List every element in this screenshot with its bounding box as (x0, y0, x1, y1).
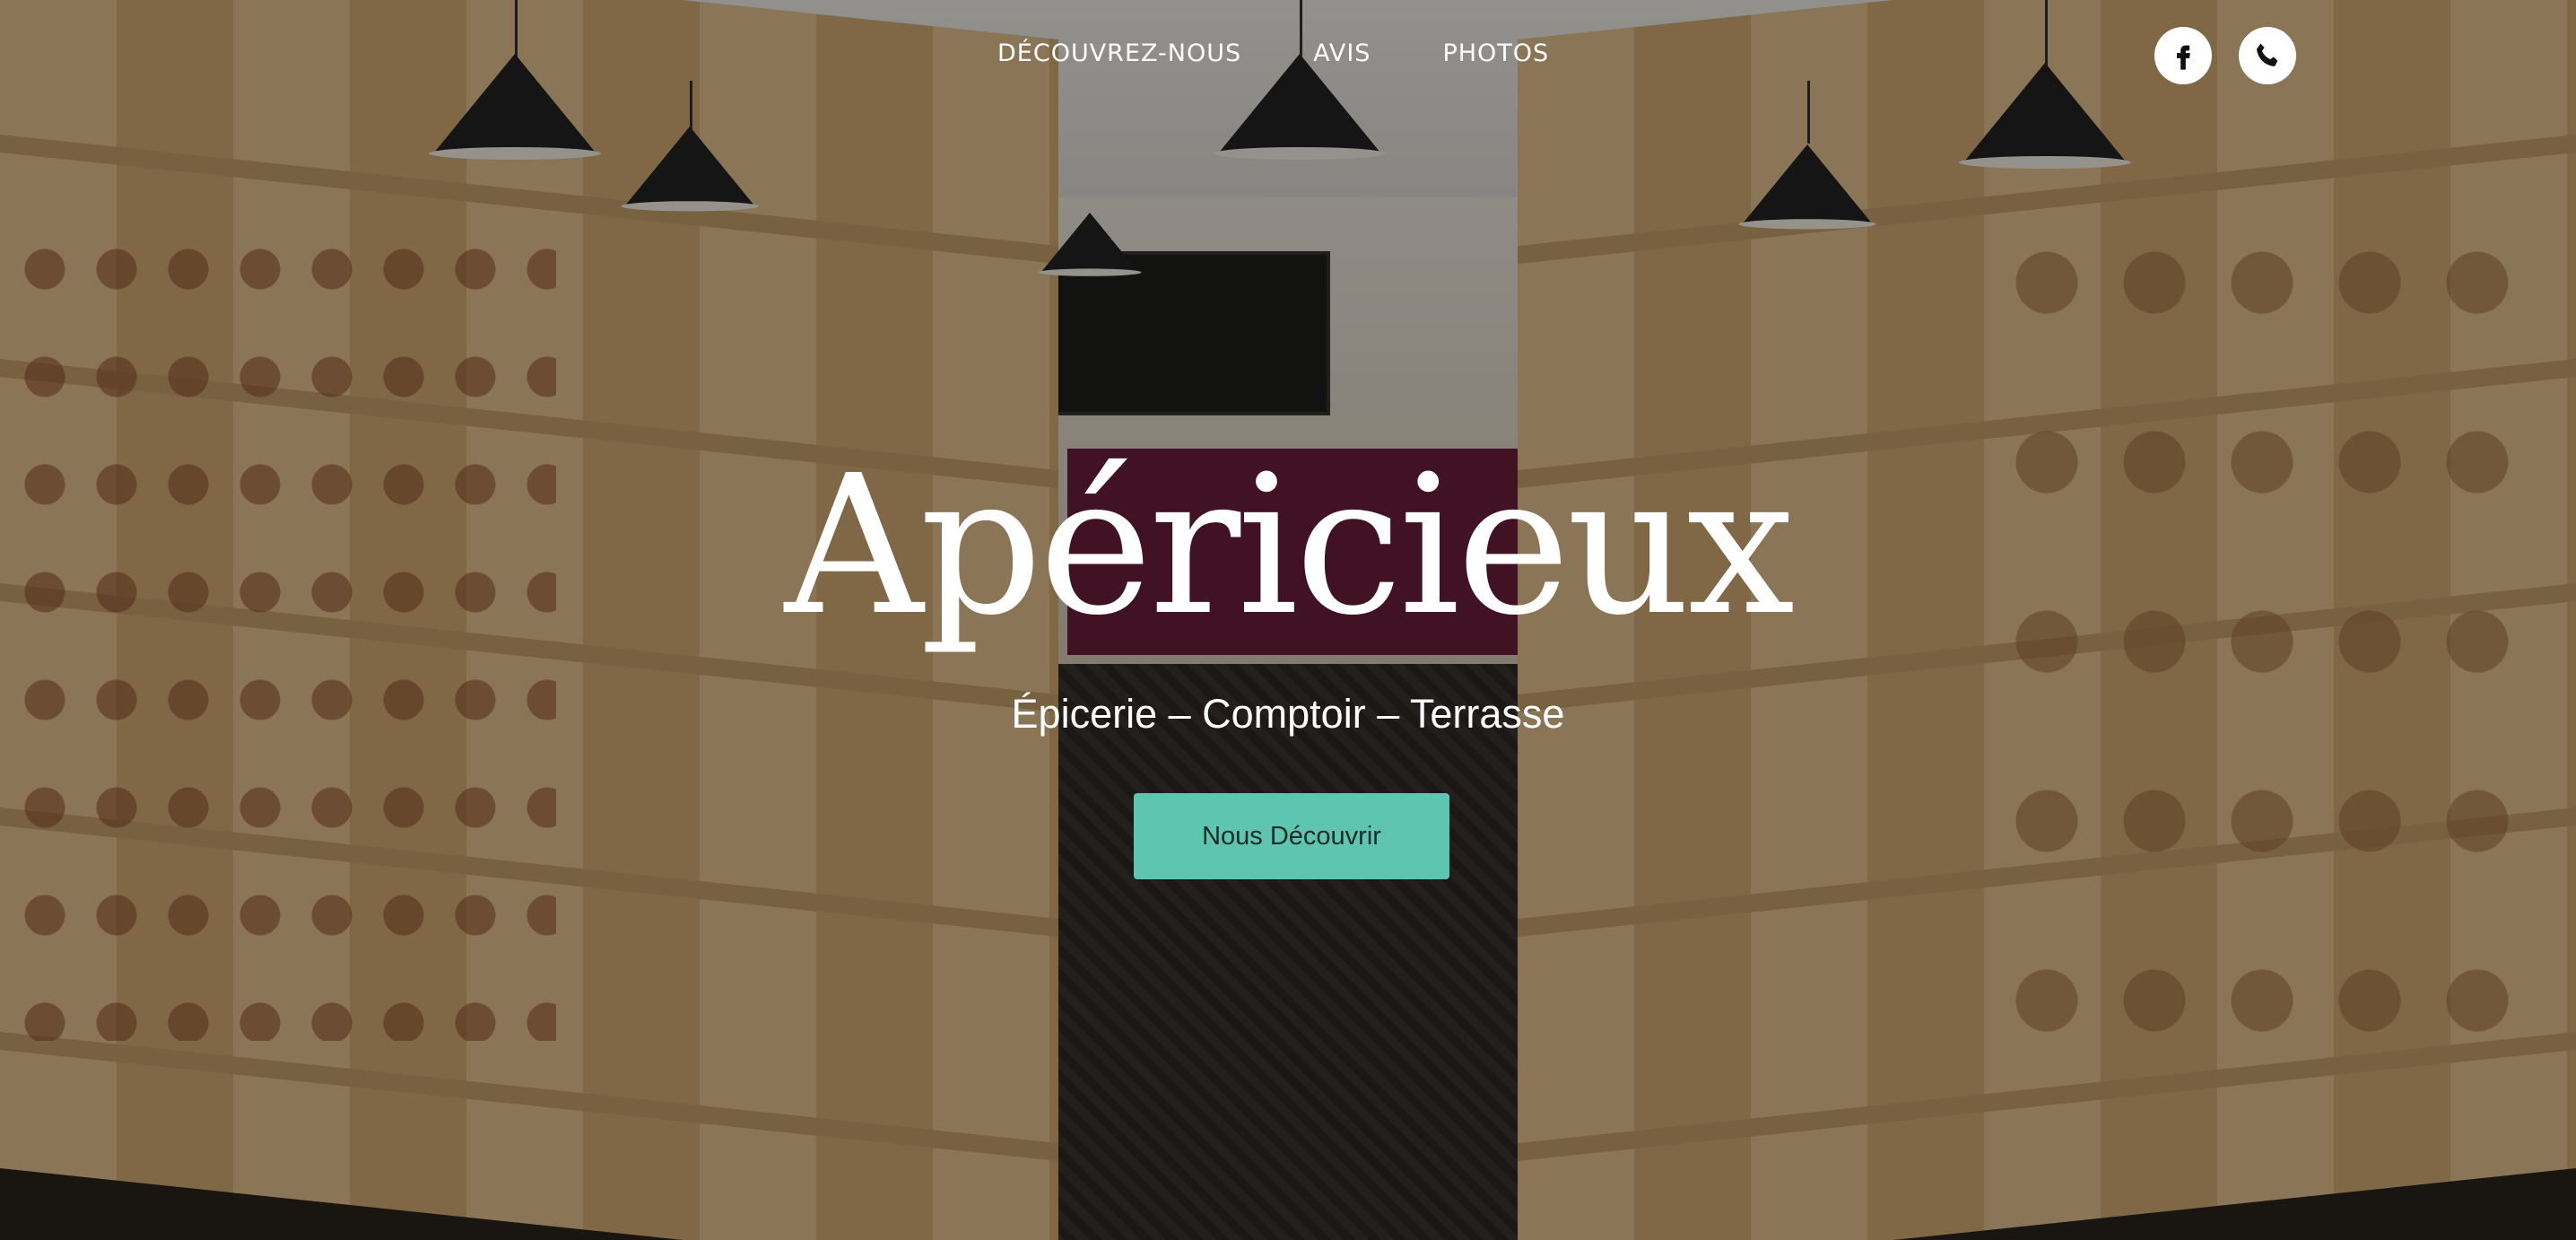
social-links (2154, 27, 2296, 84)
hero-subtitle: Épicerie – Comptoir – Terrasse (1011, 691, 1565, 737)
nav-item-photos[interactable]: PHOTOS (1442, 39, 1549, 67)
facebook-button[interactable] (2154, 27, 2212, 84)
nav-item-decouvrez-nous[interactable]: DÉCOUVREZ-NOUS (997, 39, 1241, 67)
phone-button[interactable] (2239, 27, 2296, 84)
nous-decouvrir-button[interactable]: Nous Découvrir (1134, 793, 1449, 879)
phone-icon (2257, 43, 2278, 66)
hero-title: Apéricieux (784, 434, 1795, 658)
nav-item-avis[interactable]: AVIS (1313, 39, 1371, 67)
facebook-icon (2176, 45, 2190, 70)
main-nav: DÉCOUVREZ-NOUS AVIS PHOTOS (997, 39, 1549, 67)
